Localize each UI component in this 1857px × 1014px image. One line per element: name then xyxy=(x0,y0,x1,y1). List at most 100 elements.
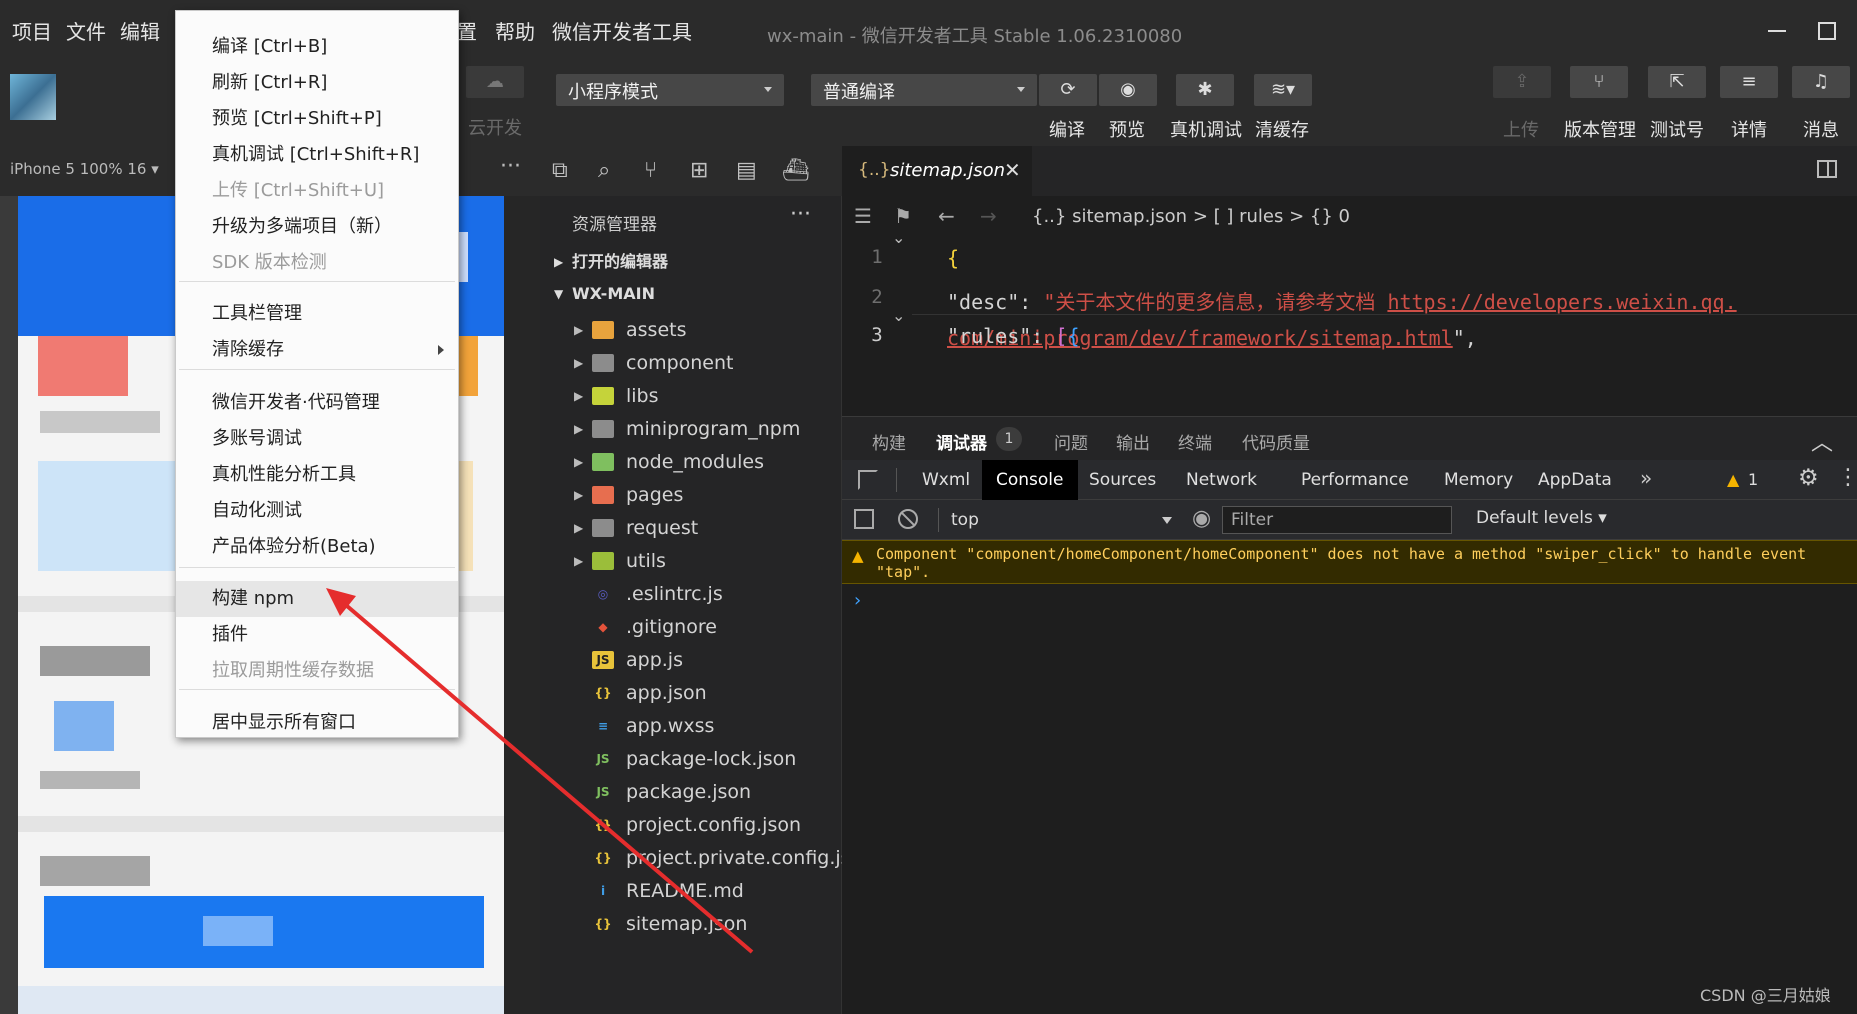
tree-folder[interactable]: ▶ libs xyxy=(540,380,842,413)
tree-file[interactable]: {} project.private.config.js... xyxy=(540,842,842,875)
context-menu-item[interactable]: 真机调试 [Ctrl+Shift+R] xyxy=(176,137,458,173)
minimize-icon[interactable] xyxy=(1768,30,1786,32)
context-menu-item[interactable]: 刷新 [Ctrl+R] xyxy=(176,65,458,101)
tree-file[interactable]: JS package.json xyxy=(540,776,842,809)
tree-folder[interactable]: ▶ miniprogram_npm xyxy=(540,413,842,446)
menu-devtools[interactable]: 微信开发者工具 xyxy=(552,16,692,45)
version-branch-icon[interactable]: ⑂ xyxy=(1570,66,1628,98)
tree-folder[interactable]: ▶ assets xyxy=(540,314,842,347)
tree-file[interactable]: JS app.js xyxy=(540,644,842,677)
context-menu-item[interactable]: 多账号调试 xyxy=(176,421,458,457)
breadcrumb[interactable]: {..} sitemap.json > [ ] rules > {} 0 xyxy=(1032,206,1350,227)
context-menu-item[interactable]: 产品体验分析(Beta) xyxy=(176,529,458,565)
project-section[interactable]: ▼ WX-MAIN xyxy=(540,278,842,310)
list-icon[interactable]: ☰ xyxy=(854,204,872,228)
tab-wxml[interactable]: Wxml xyxy=(908,460,984,500)
context-menu-item[interactable]: 编译 [Ctrl+B] xyxy=(176,29,458,65)
split-editor-icon[interactable] xyxy=(1817,160,1837,178)
more-tabs-icon[interactable]: » xyxy=(1640,466,1652,490)
files-icon[interactable]: ⧉ xyxy=(552,158,568,183)
warning-icon[interactable]: ▲ xyxy=(1727,470,1739,489)
upload-icon[interactable]: ⇪ xyxy=(1493,66,1551,98)
messages-bell-icon[interactable]: ♫ xyxy=(1792,66,1850,98)
mode-select[interactable]: 小程序模式 xyxy=(556,74,784,106)
tab-problems[interactable]: 问题 xyxy=(1054,429,1088,454)
log-levels-select[interactable]: Default levels ▾ xyxy=(1476,508,1607,528)
cloud-icon[interactable]: ☁ xyxy=(466,66,524,98)
tab-memory[interactable]: Memory xyxy=(1430,460,1527,500)
tree-file[interactable]: JS package-lock.json xyxy=(540,743,842,776)
tree-file[interactable]: ≡ app.wxss xyxy=(540,710,842,743)
tab-sitemap-json[interactable]: {..} sitemap.json ✕ xyxy=(842,146,1032,196)
menu-edit[interactable]: 编辑 xyxy=(120,16,160,45)
context-menu-item[interactable]: 升级为多端项目（新） xyxy=(176,209,458,245)
bookmark-icon[interactable]: ⚑ xyxy=(894,204,912,228)
tree-folder[interactable]: ▶ pages xyxy=(540,479,842,512)
tab-debugger[interactable]: 调试器 xyxy=(936,429,987,462)
tab-console[interactable]: Console xyxy=(982,460,1078,500)
context-menu-item[interactable]: 上传 [Ctrl+Shift+U] xyxy=(176,173,458,209)
source-control-icon[interactable]: ⑂ xyxy=(644,158,657,183)
json-url[interactable]: https://developers.weixin.qq. xyxy=(1387,290,1736,314)
compile-refresh-icon[interactable]: ⟳ xyxy=(1039,74,1097,106)
context-menu-item[interactable]: 预览 [Ctrl+Shift+P] xyxy=(176,101,458,137)
chevron-up-icon[interactable]: ︿ xyxy=(1811,425,1833,457)
tree-file[interactable]: ◆ .gitignore xyxy=(540,611,842,644)
clear-cache-layers-icon[interactable]: ≋▾ xyxy=(1254,74,1312,106)
extensions-icon[interactable]: ⊞ xyxy=(690,158,708,183)
context-menu-item[interactable]: 构建 npm xyxy=(176,581,458,617)
open-editors-section[interactable]: ▶ 打开的编辑器 xyxy=(540,246,842,278)
tree-file[interactable]: i README.md xyxy=(540,875,842,908)
docker-icon[interactable]: ⛴ xyxy=(782,158,810,183)
gear-icon[interactable]: ⚙ xyxy=(1798,465,1819,491)
tab-performance[interactable]: Performance xyxy=(1287,460,1423,500)
tab-network[interactable]: Network xyxy=(1172,460,1271,500)
context-menu-item[interactable]: 清除缓存 xyxy=(176,332,458,368)
eye-icon[interactable]: ◉ xyxy=(1192,506,1211,531)
tab-build[interactable]: 构建 xyxy=(872,429,906,454)
tab-terminal[interactable]: 终端 xyxy=(1178,429,1212,454)
context-menu-item[interactable]: 拉取周期性缓存数据 xyxy=(176,653,458,689)
compile-select[interactable]: 普通编译 xyxy=(811,74,1037,106)
menu-project[interactable]: 项目 xyxy=(12,16,52,45)
filter-input[interactable]: Filter xyxy=(1222,506,1452,534)
tree-folder[interactable]: ▶ utils xyxy=(540,545,842,578)
inspect-cursor-icon[interactable] xyxy=(858,470,878,490)
tree-file[interactable]: {} app.json xyxy=(540,677,842,710)
menu-file[interactable]: 文件 xyxy=(66,16,106,45)
tree-file[interactable]: ◎ .eslintrc.js xyxy=(540,578,842,611)
device-select[interactable]: iPhone 5 100% 16 ▾ xyxy=(10,160,159,178)
context-menu-item[interactable]: 微信开发者·代码管理 xyxy=(176,385,458,421)
preview-eye-icon[interactable]: ◉ xyxy=(1099,74,1157,106)
context-select[interactable]: top xyxy=(938,508,1184,532)
clear-console-icon[interactable] xyxy=(898,509,918,529)
maximize-icon[interactable] xyxy=(1818,22,1836,40)
tab-code-quality[interactable]: 代码质量 xyxy=(1242,429,1310,454)
forward-arrow-icon[interactable]: → xyxy=(980,204,997,228)
context-menu-item[interactable]: SDK 版本检测 xyxy=(176,245,458,281)
tree-file[interactable]: {} project.config.json xyxy=(540,809,842,842)
tab-sources[interactable]: Sources xyxy=(1075,460,1170,500)
menu-help[interactable]: 帮助 xyxy=(495,16,535,45)
tree-file[interactable]: {} sitemap.json xyxy=(540,908,842,941)
context-menu-item[interactable]: 自动化测试 xyxy=(176,493,458,529)
context-menu-item[interactable]: 真机性能分析工具 xyxy=(176,457,458,493)
fold-chevron-icon[interactable]: ⌄ xyxy=(892,228,905,247)
tree-folder[interactable]: ▶ component xyxy=(540,347,842,380)
console-prompt-icon[interactable]: › xyxy=(854,590,861,611)
sidebar-toggle-icon[interactable] xyxy=(854,509,874,529)
context-menu-item[interactable]: 插件 xyxy=(176,617,458,653)
close-icon[interactable]: ✕ xyxy=(1004,158,1021,182)
search-icon[interactable]: ⌕ xyxy=(598,158,610,183)
simulator-more-icon[interactable]: ··· xyxy=(500,154,521,179)
fold-chevron-icon[interactable]: ⌄ xyxy=(892,306,905,325)
tree-folder[interactable]: ▶ request xyxy=(540,512,842,545)
avatar[interactable] xyxy=(10,74,56,120)
explorer-more-icon[interactable]: ··· xyxy=(790,202,811,227)
storage-icon[interactable]: ▤ xyxy=(736,158,757,183)
details-menu-icon[interactable]: ≡ xyxy=(1720,66,1778,98)
kebab-menu-icon[interactable]: ⋮ xyxy=(1837,465,1857,490)
back-arrow-icon[interactable]: ← xyxy=(938,204,955,228)
test-link-icon[interactable]: ⇱ xyxy=(1648,66,1706,98)
context-menu-item[interactable]: 工具栏管理 xyxy=(176,296,458,332)
